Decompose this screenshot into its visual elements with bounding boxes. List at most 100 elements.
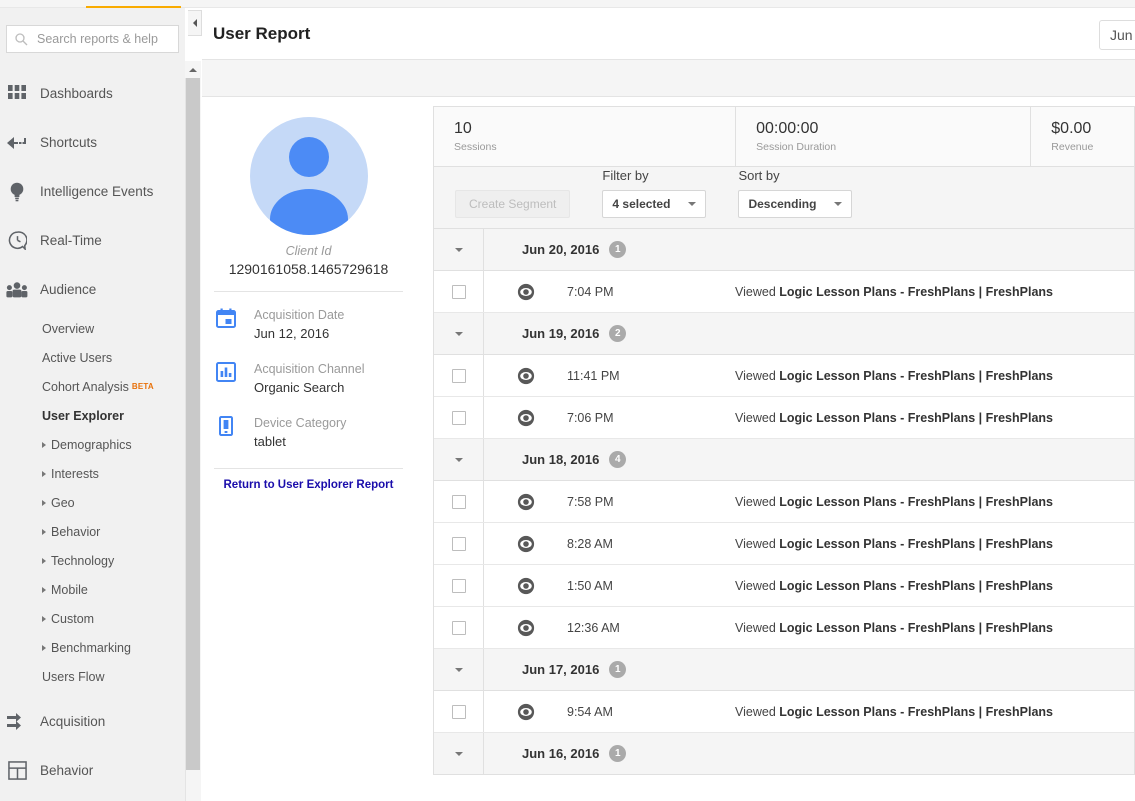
event-description: Viewed Logic Lesson Plans - FreshPlans |… [650, 621, 1053, 635]
row-checkbox[interactable] [451, 410, 466, 425]
clock-icon [6, 230, 28, 252]
collapse-group-cell[interactable] [434, 313, 484, 354]
collapse-group-cell[interactable] [434, 439, 484, 480]
date-group-label: Jun 18, 2016 [522, 452, 600, 467]
sidebar-scrollbar-thumb[interactable] [186, 78, 200, 770]
event-icon-cell [484, 535, 567, 553]
table-row[interactable]: 11:41 PM Viewed Logic Lesson Plans - Fre… [434, 355, 1134, 397]
table-row[interactable]: 9:54 AM Viewed Logic Lesson Plans - Fres… [434, 691, 1134, 733]
event-action: Viewed [735, 494, 776, 509]
row-select-cell[interactable] [434, 565, 484, 606]
chevron-right-icon [42, 557, 46, 564]
table-row[interactable]: 7:04 PM Viewed Logic Lesson Plans - Fres… [434, 271, 1134, 313]
sidebar-item-geo[interactable]: Geo [0, 488, 185, 517]
sidebar-item-dashboards[interactable]: Dashboards [0, 69, 185, 118]
date-range-picker[interactable]: Jun [1099, 20, 1135, 50]
event-time: 11:41 PM [567, 368, 620, 383]
scroll-up-arrow-icon[interactable] [185, 61, 201, 78]
row-select-cell[interactable] [434, 607, 484, 648]
table-row[interactable]: 1:50 AM Viewed Logic Lesson Plans - Fres… [434, 565, 1134, 607]
sidebar-item-benchmarking[interactable]: Benchmarking [0, 633, 185, 662]
filter-by-select[interactable]: 4 selected [602, 190, 707, 218]
row-checkbox[interactable] [451, 284, 466, 299]
sidebar-item-cohort-analysis[interactable]: Cohort Analysis BETA [0, 372, 185, 401]
event-description: Viewed Logic Lesson Plans - FreshPlans |… [650, 411, 1053, 425]
collapse-sidebar-button[interactable] [188, 10, 202, 36]
search-reports-box[interactable] [6, 25, 179, 53]
detail-value: Jun 12, 2016 [254, 326, 330, 341]
sidebar-item-behavior[interactable]: Behavior [0, 517, 185, 546]
client-id-value: 1290161058.1465729618 [228, 261, 389, 277]
detail-device-category: Device Category tablet [216, 414, 403, 449]
sidebar-subitem-label: Custom [51, 611, 95, 626]
table-row[interactable]: 7:58 PM Viewed Logic Lesson Plans - Fres… [434, 481, 1134, 523]
table-row[interactable]: 7:06 PM Viewed Logic Lesson Plans - Fres… [434, 397, 1134, 439]
lightbulb-icon [6, 181, 28, 203]
avatar-head [288, 137, 329, 177]
table-row[interactable]: 12:36 AM Viewed Logic Lesson Plans - Fre… [434, 607, 1134, 649]
row-select-cell[interactable] [434, 397, 484, 438]
row-select-cell[interactable] [434, 523, 484, 564]
collapse-group-cell[interactable] [434, 649, 484, 690]
sidebar-item-audience[interactable]: Audience [0, 265, 185, 314]
date-group-header[interactable]: Jun 20, 2016 1 [434, 229, 1134, 271]
metrics-summary: 10 Sessions 00:00:00 Session Duration $0… [433, 106, 1135, 167]
collapse-group-cell[interactable] [434, 733, 484, 774]
sidebar-item-conversions[interactable]: Conversions [0, 795, 185, 801]
sidebar-subitem-label: Interests [51, 466, 99, 481]
table-row[interactable]: 8:28 AM Viewed Logic Lesson Plans - Fres… [434, 523, 1134, 565]
sidebar-item-shortcuts[interactable]: Shortcuts [0, 118, 185, 167]
sidebar-item-label: Behavior [40, 763, 94, 778]
row-checkbox[interactable] [451, 704, 466, 719]
sidebar-item-technology[interactable]: Technology [0, 546, 185, 575]
sort-by-label: Sort by [738, 168, 780, 183]
session-count-badge: 1 [609, 745, 627, 762]
sidebar-item-active-users[interactable]: Active Users [0, 343, 185, 372]
row-checkbox[interactable] [451, 620, 466, 635]
user-detail-list: Acquisition Date Jun 12, 2016 Acquisitio… [202, 292, 415, 449]
sidebar-item-demographics[interactable]: Demographics [0, 430, 185, 459]
event-description: Viewed Logic Lesson Plans - FreshPlans |… [650, 285, 1053, 299]
detail-acquisition-channel: Acquisition Channel Organic Search [216, 360, 403, 395]
return-to-user-explorer-link[interactable]: Return to User Explorer Report [202, 479, 415, 491]
detail-value: tablet [254, 434, 286, 449]
row-checkbox[interactable] [451, 578, 466, 593]
row-select-cell[interactable] [434, 355, 484, 396]
sidebar-item-mobile[interactable]: Mobile [0, 575, 185, 604]
row-checkbox[interactable] [451, 536, 466, 551]
sidebar-item-behavior-main[interactable]: Behavior [0, 746, 185, 795]
event-target: Logic Lesson Plans - FreshPlans | FreshP… [779, 578, 1053, 593]
date-group-header[interactable]: Jun 17, 2016 1 [434, 649, 1134, 691]
create-segment-button[interactable]: Create Segment [455, 190, 571, 218]
user-profile-card: Client Id 1290161058.1465729618 Acquisit… [202, 97, 415, 801]
date-group-header[interactable]: Jun 18, 2016 4 [434, 439, 1134, 481]
eye-icon [517, 283, 534, 300]
sidebar-item-users-flow[interactable]: Users Flow [0, 662, 185, 691]
sidebar-item-acquisition[interactable]: Acquisition [0, 697, 185, 746]
sort-by-group: Sort by Descending [738, 168, 853, 218]
row-select-cell[interactable] [434, 691, 484, 732]
row-select-cell[interactable] [434, 271, 484, 312]
sidebar-item-real-time[interactable]: Real-Time [0, 216, 185, 265]
event-icon-cell [484, 703, 567, 721]
sidebar-item-overview[interactable]: Overview [0, 314, 185, 343]
sidebar-subitem-label: Users Flow [42, 669, 105, 684]
sidebar-item-intelligence-events[interactable]: Intelligence Events [0, 167, 185, 216]
sort-by-select[interactable]: Descending [738, 190, 853, 218]
date-group-header[interactable]: Jun 16, 2016 1 [434, 733, 1134, 775]
collapse-group-cell[interactable] [434, 229, 484, 270]
event-icon-cell [484, 577, 567, 595]
sidebar-item-custom[interactable]: Custom [0, 604, 185, 633]
event-action: Viewed [735, 284, 776, 299]
row-select-cell[interactable] [434, 481, 484, 522]
search-input[interactable] [35, 31, 172, 47]
chevron-down-icon [454, 457, 463, 462]
chevron-down-icon [834, 202, 843, 206]
sidebar-item-user-explorer[interactable]: User Explorer [0, 401, 185, 430]
filter-by-group: Filter by 4 selected [602, 168, 707, 218]
date-group-header[interactable]: Jun 19, 2016 2 [434, 313, 1134, 355]
event-time: 7:06 PM [567, 410, 614, 425]
row-checkbox[interactable] [451, 494, 466, 509]
row-checkbox[interactable] [451, 368, 466, 383]
sidebar-item-interests[interactable]: Interests [0, 459, 185, 488]
